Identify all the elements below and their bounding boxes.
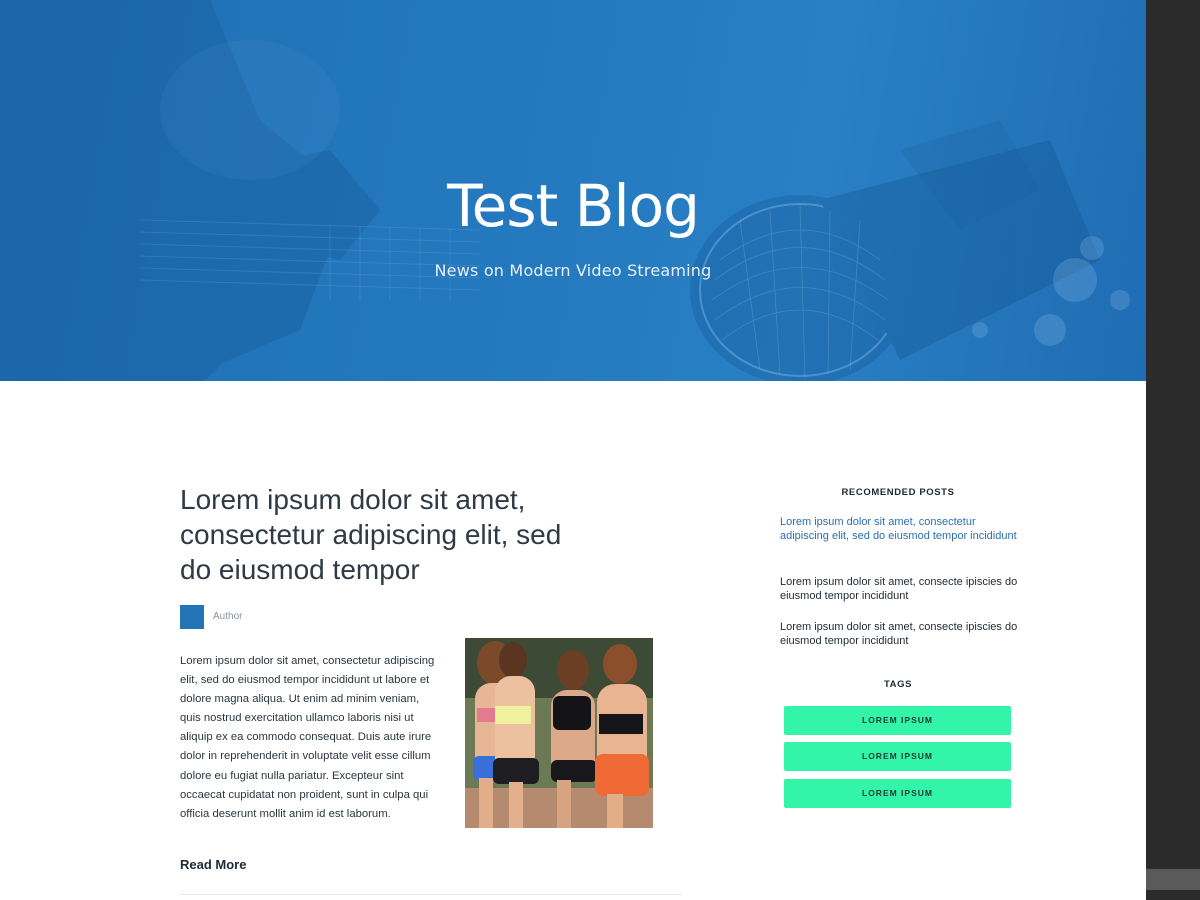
tag-button[interactable]: LOREM IPSUM <box>784 742 1011 771</box>
scrollbar-track[interactable] <box>1146 0 1200 900</box>
scrollbar-thumb[interactable] <box>1146 869 1200 890</box>
read-more-link[interactable]: Read More <box>180 857 246 872</box>
post-title[interactable]: Lorem ipsum dolor sit amet, consectetur … <box>180 482 600 587</box>
tag-button[interactable]: LOREM IPSUM <box>784 706 1011 735</box>
hero-banner: Test Blog News on Modern Video Streaming <box>0 0 1146 381</box>
post-excerpt: Lorem ipsum dolor sit amet, consectetur … <box>180 655 435 820</box>
recommended-post-link[interactable]: Lorem ipsum dolor sit amet, consecte ipi… <box>780 620 1020 648</box>
tags-heading: TAGS <box>883 679 913 690</box>
recommended-post-link[interactable]: Lorem ipsum dolor sit amet, consecte ipi… <box>780 575 1020 603</box>
author-name[interactable]: Author <box>213 611 242 622</box>
blog-subtitle: News on Modern Video Streaming <box>434 261 712 280</box>
blog-page: Test Blog News on Modern Video Streaming… <box>0 0 1146 900</box>
recommended-post-link[interactable]: Lorem ipsum dolor sit amet, consectetur … <box>780 515 1020 543</box>
author-avatar <box>180 605 204 629</box>
post-thumbnail-runners[interactable] <box>465 638 653 828</box>
post-divider <box>180 894 682 895</box>
blog-title: Test Blog <box>447 172 700 240</box>
recommended-heading: RECOMENDED POSTS <box>841 487 955 498</box>
tag-button[interactable]: LOREM IPSUM <box>784 779 1011 808</box>
